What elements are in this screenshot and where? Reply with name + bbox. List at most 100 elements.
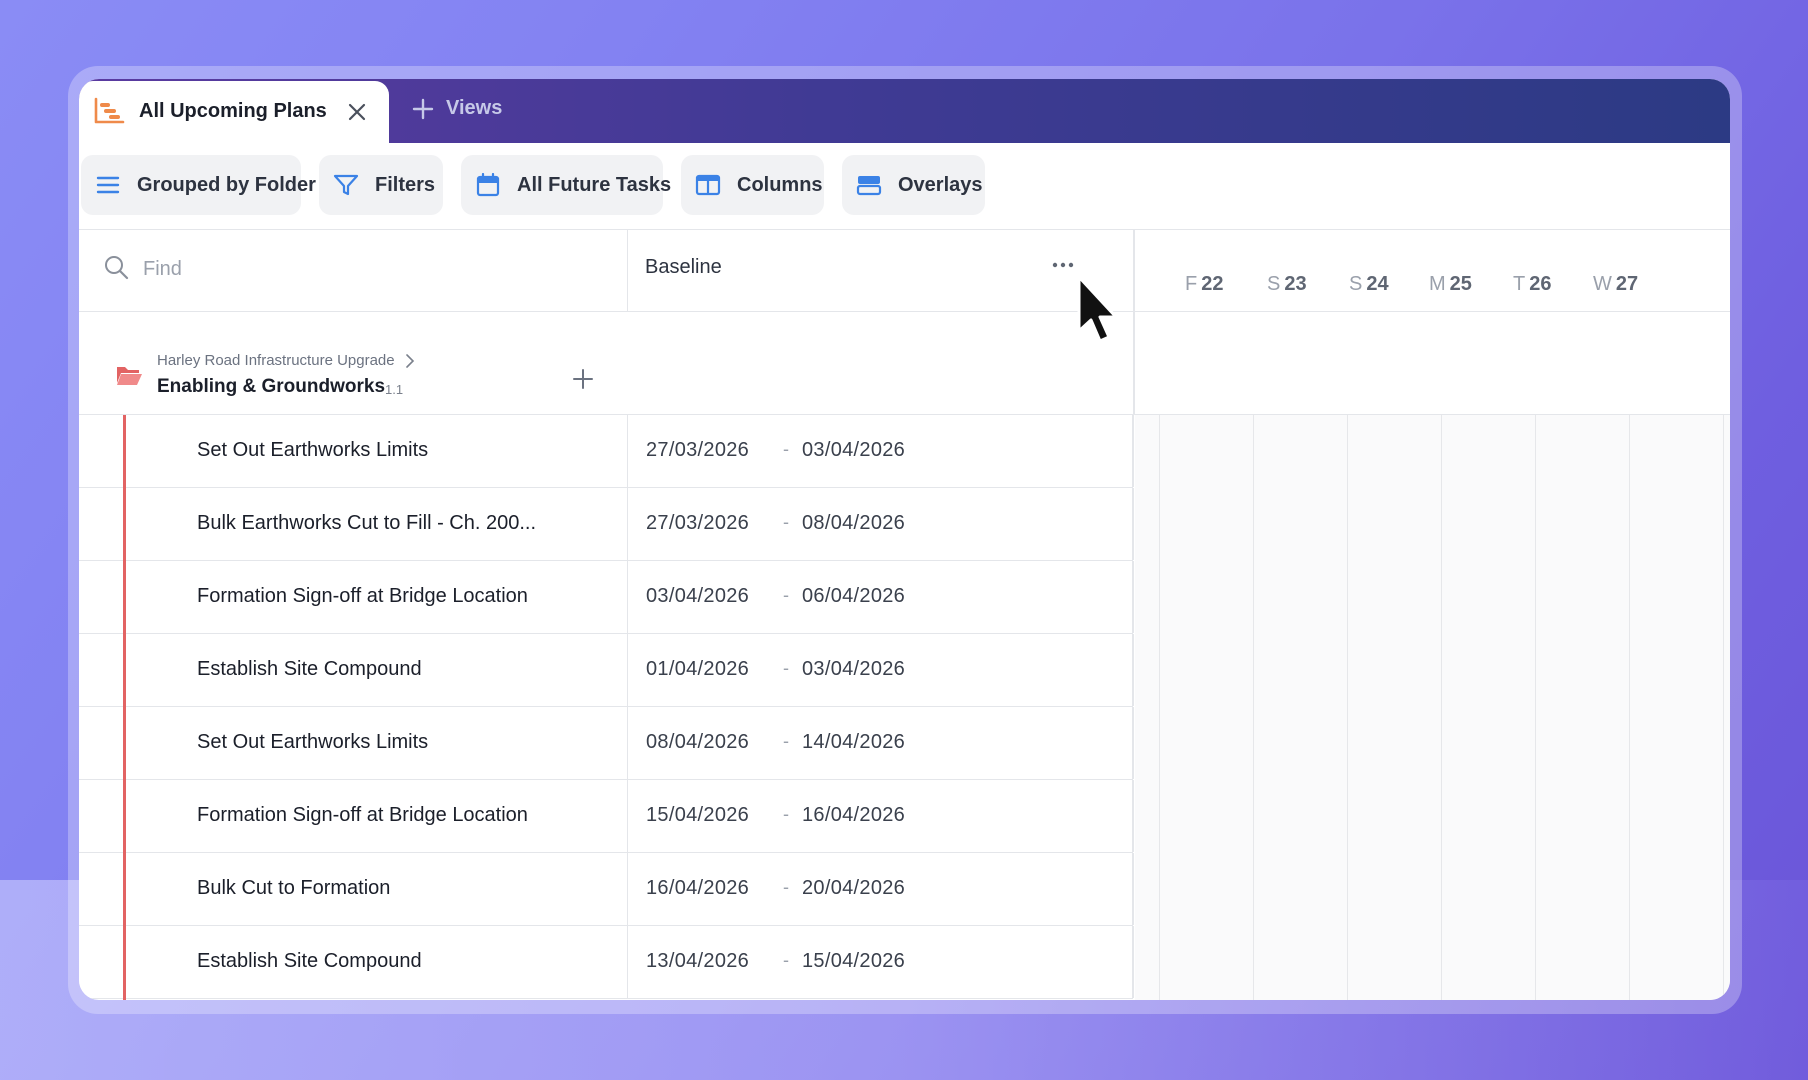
table-row[interactable]: Establish Site Compound 13/04/2026 - 15/… [79,926,1134,999]
timeline-grid[interactable] [1135,415,1730,1000]
start-date: 27/03/2026 [646,439,750,461]
search-icon [105,256,129,280]
day-header: F 22 [1185,273,1223,296]
folder-color-bar [123,415,126,1000]
folder-title: Enabling & Groundworks [157,376,386,397]
date-separator: - [783,877,789,897]
columns-label: Columns [737,174,823,196]
more-options-icon[interactable] [1047,256,1079,274]
end-date: 08/04/2026 [802,512,906,534]
tab-label: All Upcoming Plans [139,100,327,122]
table-row[interactable]: Formation Sign-off at Bridge Location 15… [79,780,1134,853]
grid-header: Baseline F22 S23 S24 M25 T26 W27 [79,230,1730,312]
baseline-dates: 16/04/2026 - 20/04/2026 [627,853,1134,925]
task-name: Bulk Earthworks Cut to Fill - Ch. 200... [197,512,537,534]
day-gridline [1159,415,1160,1000]
day-number: 24 [1366,273,1389,295]
end-date: 15/04/2026 [802,950,906,972]
date-separator: - [783,658,789,678]
baseline-dates: 03/04/2026 - 06/04/2026 [627,561,1134,633]
gantt-plan-icon [94,97,125,124]
close-icon[interactable] [346,101,368,123]
search-input[interactable] [141,252,585,286]
table-row[interactable]: Set Out Earthworks Limits 08/04/2026 - 1… [79,707,1134,780]
day-header: M 25 [1429,273,1472,296]
folder-number: 1.1 [385,382,404,397]
tab-bar: All Upcoming Plans Views [79,79,1730,143]
baseline-dates: 08/04/2026 - 14/04/2026 [627,707,1134,779]
table-row[interactable]: Bulk Cut to Formation 16/04/2026 - 20/04… [79,853,1134,926]
end-date: 16/04/2026 [802,804,906,826]
baseline-label: Baseline [645,256,722,278]
baseline-dates: 01/04/2026 - 03/04/2026 [627,634,1134,706]
grouped-label: Grouped by Folder [137,174,316,196]
tab-all-upcoming-plans[interactable]: All Upcoming Plans [79,81,389,143]
start-date: 03/04/2026 [646,585,750,607]
table-row[interactable]: Bulk Earthworks Cut to Fill - Ch. 200...… [79,488,1134,561]
toolbar: Grouped by Folder Filters All Future Tas… [79,143,1730,230]
day-gridline [1347,415,1348,1000]
end-date: 20/04/2026 [802,877,906,899]
day-header: W 27 [1593,273,1638,296]
day-gridline [1723,415,1724,1000]
start-date: 27/03/2026 [646,512,750,534]
all-future-tasks-button[interactable]: All Future Tasks [461,155,671,215]
task-name: Set Out Earthworks Limits [197,731,429,753]
app-window: All Upcoming Plans Views Grouped by Fold… [79,79,1730,1000]
baseline-dates: 13/04/2026 - 15/04/2026 [627,926,1134,998]
folder-row[interactable]: Harley Road Infrastructure Upgrade Enabl… [79,312,1730,415]
task-name: Formation Sign-off at Bridge Location [197,804,528,826]
task-name: Establish Site Compound [197,658,422,680]
overlays-icon [856,176,882,196]
day-letter: M [1429,273,1446,295]
breadcrumb[interactable]: Harley Road Infrastructure Upgrade [157,352,415,369]
date-separator: - [783,950,789,970]
timeline-header: F 22 S 23 S 24 M 25 T 26 W 27 [1135,230,1730,311]
start-date: 01/04/2026 [646,658,750,680]
table-row[interactable]: Establish Site Compound 01/04/2026 - 03/… [79,634,1134,707]
folder-open-icon [117,367,142,385]
day-header: S 24 [1349,273,1389,296]
start-date: 16/04/2026 [646,877,750,899]
day-letter: W [1593,273,1612,295]
end-date: 06/04/2026 [802,585,906,607]
day-header: T 26 [1513,273,1551,296]
filters-label: Filters [375,174,436,196]
day-letter: T [1513,273,1526,295]
task-name: Set Out Earthworks Limits [197,439,429,461]
breadcrumb-parent: Harley Road Infrastructure Upgrade [157,352,395,369]
day-letter: S [1349,273,1363,295]
day-letter: F [1185,273,1198,295]
end-date: 03/04/2026 [802,439,906,461]
grouped-by-folder-button[interactable]: Grouped by Folder [81,155,316,215]
columns-button[interactable]: Columns [681,155,824,215]
start-date: 08/04/2026 [646,731,750,753]
task-name: Bulk Cut to Formation [197,877,391,899]
plus-icon [412,98,434,119]
filter-icon [333,174,359,196]
add-task-icon[interactable] [572,368,594,390]
list-icon [96,176,120,194]
day-number: 22 [1201,273,1224,295]
day-gridline [1535,415,1536,1000]
day-number: 26 [1529,273,1552,295]
end-date: 14/04/2026 [802,731,906,753]
date-separator: - [783,804,789,824]
day-gridline [1629,415,1630,1000]
end-date: 03/04/2026 [802,658,906,680]
baseline-dates: 27/03/2026 - 03/04/2026 [627,415,1134,487]
table-row[interactable]: Formation Sign-off at Bridge Location 03… [79,561,1134,634]
overlays-button[interactable]: Overlays [842,155,985,215]
baseline-column-header[interactable]: Baseline [627,230,1135,311]
folder-row-left: Harley Road Infrastructure Upgrade Enabl… [79,312,1135,414]
day-number: 25 [1449,273,1472,295]
search-area [79,230,628,311]
date-separator: - [783,585,789,605]
baseline-dates: 15/04/2026 - 16/04/2026 [627,780,1134,852]
table-row[interactable]: Set Out Earthworks Limits 27/03/2026 - 0… [79,415,1134,488]
overlays-label: Overlays [898,174,983,196]
date-separator: - [783,512,789,532]
add-view-button[interactable]: Views [412,97,502,120]
filters-button[interactable]: Filters [319,155,443,215]
calendar-icon [476,173,500,197]
